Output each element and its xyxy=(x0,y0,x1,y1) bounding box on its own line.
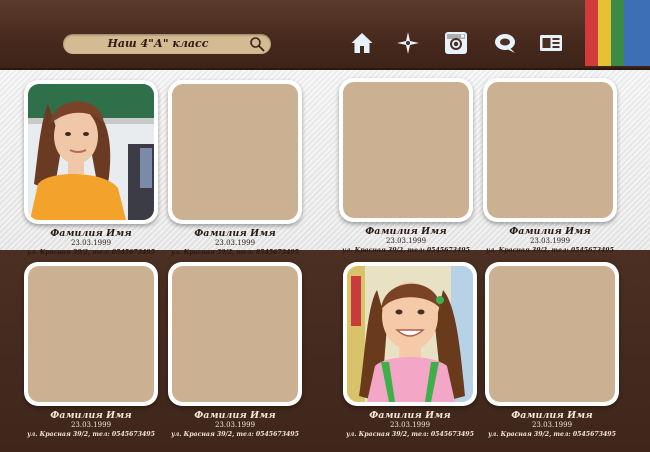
photo-frame[interactable] xyxy=(339,78,473,222)
photo-frame[interactable] xyxy=(24,262,158,406)
chat-icon[interactable] xyxy=(493,31,517,55)
student-address: ул. Красная 39/2, тел: 0545673495 xyxy=(488,431,616,438)
photo-frame[interactable] xyxy=(168,80,302,224)
student-caption: Фамилия Имя 23.03.1999 ул. Красная 39/2, т… xyxy=(155,410,315,439)
color-stripe xyxy=(624,0,637,66)
student-caption: Фамилия Имя 23.03.1999 ул. Красная 39/2, т… xyxy=(470,226,630,255)
student-name: Фамилия Имя xyxy=(509,226,591,237)
student-address: ул. Красная 39/2, тел: 0545673495 xyxy=(27,431,155,438)
student-caption: Фамилия Имя 23.03.1999 ул. Красная 39/2, т… xyxy=(11,410,171,439)
student-photo xyxy=(347,266,473,402)
search-icon[interactable] xyxy=(249,36,265,52)
photo-placeholder xyxy=(28,266,154,402)
instagram-icon[interactable] xyxy=(444,31,468,55)
student-birthdate: 23.03.1999 xyxy=(214,239,256,247)
photo-girl-backpack xyxy=(347,266,473,402)
color-stripe xyxy=(637,0,650,66)
search-text: Наш 4"А" класс xyxy=(107,37,209,50)
news-icon[interactable] xyxy=(539,31,563,55)
photo-placeholder xyxy=(172,84,298,220)
student-name: Фамилия Имя xyxy=(194,410,276,421)
student-birthdate: 23.03.1999 xyxy=(385,237,427,245)
color-stripe xyxy=(585,0,598,66)
student-name: Фамилия Имя xyxy=(50,228,132,239)
photo-placeholder xyxy=(172,266,298,402)
student-birthdate: 23.03.1999 xyxy=(214,421,256,429)
color-stripe xyxy=(611,0,624,66)
student-birthdate: 23.03.1999 xyxy=(531,421,573,429)
photo-girl-classroom xyxy=(28,84,154,220)
student-birthdate: 23.03.1999 xyxy=(70,239,112,247)
photo-frame[interactable] xyxy=(485,262,619,406)
photo-placeholder xyxy=(343,82,469,218)
photo-placeholder xyxy=(487,82,613,218)
student-address: ул. Красная 39/2, тел: 0545673495 xyxy=(171,249,299,256)
color-stripes xyxy=(585,0,650,66)
student-photo xyxy=(28,84,154,220)
student-address: ул. Красная 39/2, тел: 0545673495 xyxy=(171,431,299,438)
student-address: ул. Красная 39/2, тел: 0545673495 xyxy=(342,247,470,254)
student-caption: Фамилия Имя 23.03.1999 ул. Красная 39/2, т… xyxy=(330,410,490,439)
student-name: Фамилия Имя xyxy=(50,410,132,421)
student-name: Фамилия Имя xyxy=(365,226,447,237)
color-stripe xyxy=(598,0,611,66)
photo-placeholder xyxy=(489,266,615,402)
student-caption: Фамилия Имя 23.03.1999 ул. Красная 39/2, т… xyxy=(155,228,315,257)
student-name: Фамилия Имя xyxy=(511,410,593,421)
photo-frame[interactable] xyxy=(168,262,302,406)
photo-frame[interactable] xyxy=(483,78,617,222)
student-birthdate: 23.03.1999 xyxy=(389,421,431,429)
student-address: ул. Красная 39/2, тел: 0545673495 xyxy=(486,247,614,254)
student-birthdate: 23.03.1999 xyxy=(70,421,112,429)
student-caption: Фамилия Имя 23.03.1999 ул. Красная 39/2, т… xyxy=(11,228,171,257)
student-address: ул. Красная 39/2, тел: 0545673495 xyxy=(346,431,474,438)
student-caption: Фамилия Имя 23.03.1999 ул. Красная 39/2, т… xyxy=(472,410,632,439)
photo-frame[interactable] xyxy=(343,262,477,406)
search-bar[interactable]: Наш 4"А" класс xyxy=(63,34,271,54)
student-caption: Фамилия Имя 23.03.1999 ул. Красная 39/2, т… xyxy=(326,226,486,255)
home-icon[interactable] xyxy=(350,31,374,55)
compass-icon[interactable] xyxy=(396,31,420,55)
student-name: Фамилия Имя xyxy=(194,228,276,239)
photo-frame[interactable] xyxy=(24,80,158,224)
student-birthdate: 23.03.1999 xyxy=(529,237,571,245)
student-name: Фамилия Имя xyxy=(369,410,451,421)
student-address: ул. Красная 39/2, тел: 0545673495 xyxy=(27,249,155,256)
